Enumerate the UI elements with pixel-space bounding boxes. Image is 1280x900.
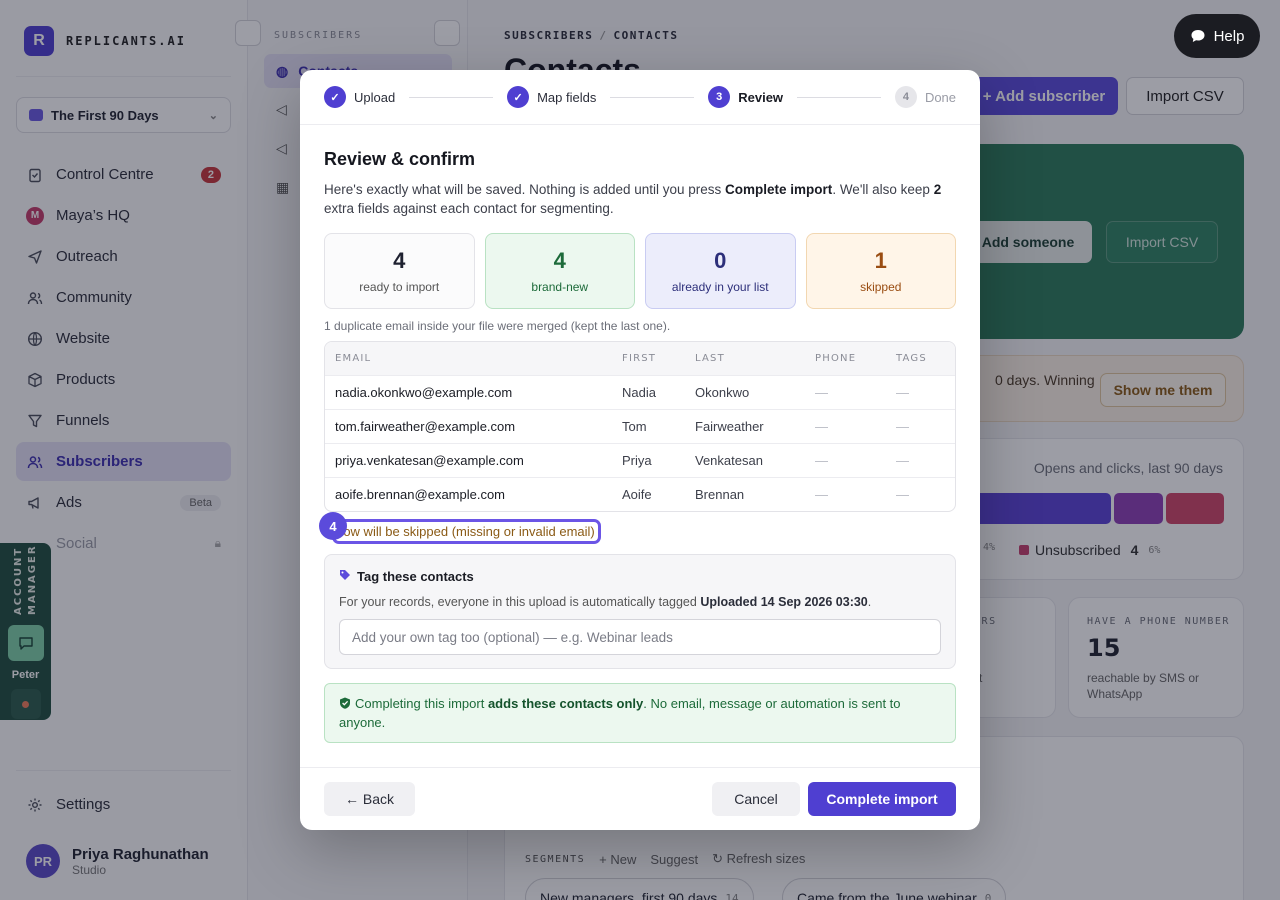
cell-tags: — xyxy=(896,453,909,468)
tag-section-title: Tag these contacts xyxy=(339,569,941,584)
cell-last: Brennan xyxy=(695,487,745,502)
import-summary: 4 ready to import 4 brand-new 0 already … xyxy=(324,233,956,309)
help-label: Help xyxy=(1213,27,1245,45)
import-review-modal: ✓ Upload ✓ Map fields 3 Review 4 Done Re… xyxy=(300,70,980,830)
tag-description: For your records, everyone in this uploa… xyxy=(339,595,941,609)
modal-footer: ← Back Cancel Complete import xyxy=(300,767,980,830)
table-row: tom.fairweather@example.com Tom Fairweat… xyxy=(325,409,955,443)
skip-note-text: row will be skipped (missing or invalid … xyxy=(339,524,595,539)
stepper: ✓ Upload ✓ Map fields 3 Review 4 Done xyxy=(300,70,980,125)
step-label: Done xyxy=(924,89,957,105)
safe-text: Completing this import xyxy=(355,696,488,711)
cell-last: Okonkwo xyxy=(695,385,750,400)
column-header: EMAIL xyxy=(335,353,372,364)
tag-desc-text: For your records, everyone in this uploa… xyxy=(339,595,701,609)
modal-description: Here's exactly what will be saved. Nothi… xyxy=(324,180,956,218)
count-brand-new: 4 brand-new xyxy=(484,233,635,309)
count-value: 4 xyxy=(393,248,406,273)
cell-first: Priya xyxy=(622,453,652,468)
cell-tags: — xyxy=(896,419,909,434)
cell-phone: — xyxy=(815,385,828,400)
safe-bold: adds these contacts only xyxy=(487,696,644,711)
chat-bubble-icon xyxy=(1191,30,1205,42)
step-label: Upload xyxy=(354,89,396,105)
back-button[interactable]: ← Back xyxy=(324,782,415,816)
desc-bold: 2 xyxy=(933,182,942,197)
cancel-button[interactable]: Cancel xyxy=(712,782,800,816)
merge-note: 1 duplicate email inside your file were … xyxy=(324,319,671,333)
shield-check-icon xyxy=(339,696,355,711)
step-map-fields[interactable]: ✓ Map fields xyxy=(507,86,596,108)
cell-email: priya.venkatesan@example.com xyxy=(335,453,524,468)
skipped-rows-notice: 4 row will be skipped (missing or invali… xyxy=(319,512,956,544)
cell-last: Fairweather xyxy=(695,419,764,434)
step-number: 4 xyxy=(894,86,917,108)
desc-text: Here's exactly what will be saved. Nothi… xyxy=(324,182,726,197)
step-connector xyxy=(797,96,881,98)
step-upload[interactable]: ✓ Upload xyxy=(324,86,395,108)
cell-email: tom.fairweather@example.com xyxy=(335,419,516,434)
cell-email: aoife.brennan@example.com xyxy=(335,487,506,502)
count-value: 1 xyxy=(874,248,887,273)
preview-table: EMAIL FIRST LAST PHONE TAGS nadia.okonkw… xyxy=(324,341,956,512)
cell-phone: — xyxy=(815,453,828,468)
table-row: nadia.okonkwo@example.com Nadia Okonkwo … xyxy=(325,375,955,409)
column-header: TAGS xyxy=(896,353,927,364)
tag-contacts-section: Tag these contacts For your records, eve… xyxy=(324,554,956,669)
auto-tag-value: Uploaded 14 Sep 2026 03:30 xyxy=(700,595,868,609)
count-skipped: 1 skipped xyxy=(805,233,956,309)
cell-first: Tom xyxy=(622,419,647,434)
step-connector xyxy=(409,96,494,98)
step-label: Map fields xyxy=(537,89,597,105)
modal-body: Review & confirm Here's exactly what wil… xyxy=(300,125,980,743)
table-row: priya.venkatesan@example.com Priya Venka… xyxy=(325,443,955,477)
desc-text: extra fields against each contact for se… xyxy=(324,201,614,216)
count-existing: 0 already in your list xyxy=(645,233,796,309)
tag-icon xyxy=(339,569,351,584)
cell-first: Nadia xyxy=(622,385,656,400)
step-done: 4 Done xyxy=(894,86,957,108)
tag-desc-end: . xyxy=(867,595,872,609)
cell-tags: — xyxy=(896,385,909,400)
count-ready: 4 ready to import xyxy=(324,233,475,309)
cell-first: Aoife xyxy=(622,487,652,502)
cell-phone: — xyxy=(815,487,828,502)
safety-notice: Completing this import adds these contac… xyxy=(324,683,956,743)
step-review: 3 Review xyxy=(708,86,783,108)
count-label: already in your list xyxy=(671,280,769,294)
cell-last: Venkatesan xyxy=(695,453,763,468)
step-label: Review xyxy=(738,89,784,105)
count-label: brand-new xyxy=(531,280,589,294)
count-label: ready to import xyxy=(359,280,440,294)
cell-tags: — xyxy=(896,487,909,502)
column-header: FIRST xyxy=(622,353,657,364)
check-icon: ✓ xyxy=(507,86,530,108)
help-button[interactable]: Help xyxy=(1174,14,1260,58)
column-header: PHONE xyxy=(815,353,857,364)
column-header: LAST xyxy=(695,353,725,364)
count-value: 0 xyxy=(714,248,727,273)
tag-title-text: Tag these contacts xyxy=(357,569,474,584)
custom-tag-input[interactable] xyxy=(339,619,941,655)
count-value: 4 xyxy=(553,248,566,273)
cell-phone: — xyxy=(815,419,828,434)
complete-import-button[interactable]: Complete import xyxy=(808,782,956,816)
desc-text: . We'll also keep xyxy=(832,182,934,197)
step-number: 3 xyxy=(708,86,731,108)
skipped-row-note[interactable]: row will be skipped (missing or invalid … xyxy=(332,519,601,544)
check-icon: ✓ xyxy=(324,86,346,108)
table-row: aoife.brennan@example.com Aoife Brennan … xyxy=(325,477,955,511)
cell-email: nadia.okonkwo@example.com xyxy=(335,385,513,400)
count-label: skipped xyxy=(860,280,902,294)
desc-bold: Complete import xyxy=(725,182,833,197)
table-header: EMAIL FIRST LAST PHONE TAGS xyxy=(325,342,955,375)
modal-title: Review & confirm xyxy=(324,149,476,169)
tour-step-badge[interactable]: 4 xyxy=(319,512,347,540)
step-connector xyxy=(610,96,695,98)
